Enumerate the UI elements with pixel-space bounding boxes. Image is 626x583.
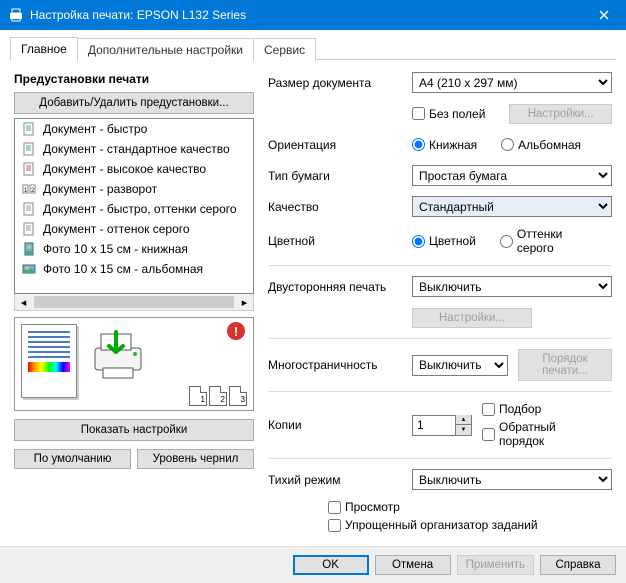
collate-preview-icon: 123 — [189, 386, 247, 406]
simplified-organizer-checkbox[interactable]: Упрощенный организатор заданий — [328, 518, 598, 532]
print-preview: ! 123 — [14, 317, 254, 411]
quality-select[interactable]: Стандартный — [412, 196, 612, 217]
orientation-portrait-radio[interactable]: Книжная — [412, 138, 477, 152]
multipage-label: Многостраничность — [268, 358, 412, 372]
window-title: Настройка печати: EPSON L132 Series — [30, 8, 581, 22]
list-item[interactable]: 12Документ - разворот — [15, 179, 253, 199]
presets-heading: Предустановки печати — [14, 72, 254, 86]
preview-page-icon — [21, 324, 77, 398]
doc-gray-icon — [21, 221, 37, 237]
titlebar: Настройка печати: EPSON L132 Series — [0, 0, 626, 30]
spread-icon: 12 — [21, 181, 37, 197]
quality-label: Качество — [268, 200, 412, 214]
add-remove-presets-button[interactable]: Добавить/Удалить предустановки... — [14, 92, 254, 114]
doc-gray-icon — [21, 201, 37, 217]
print-order-button: Порядок печати... — [518, 349, 612, 381]
orientation-label: Ориентация — [268, 138, 412, 152]
list-item[interactable]: Документ - оттенок серого — [15, 219, 253, 239]
paper-type-label: Тип бумаги — [268, 169, 412, 183]
horizontal-scrollbar[interactable]: ◂ ▸ — [14, 294, 254, 311]
ok-button[interactable]: OK — [293, 555, 369, 575]
photo-portrait-icon — [21, 241, 37, 257]
close-button[interactable] — [581, 0, 626, 30]
copies-spinner[interactable]: ▲▼ — [412, 415, 472, 436]
orientation-landscape-radio[interactable]: Альбомная — [501, 138, 581, 152]
photo-landscape-icon — [21, 261, 37, 277]
color-gray-radio[interactable]: Оттенки серого — [500, 227, 598, 255]
list-item[interactable]: Документ - высокое качество — [15, 159, 253, 179]
tab-service[interactable]: Сервис — [253, 38, 316, 61]
doc-size-label: Размер документа — [268, 76, 412, 90]
doc-icon — [21, 141, 37, 157]
collate-checkbox[interactable]: Подбор — [482, 402, 598, 416]
printer-icon — [8, 7, 24, 23]
doc-icon — [21, 161, 37, 177]
defaults-button[interactable]: По умолчанию — [14, 449, 131, 469]
color-label: Цветной — [268, 234, 412, 248]
preview-checkbox[interactable]: Просмотр — [328, 500, 598, 514]
duplex-label: Двусторонняя печать — [268, 280, 412, 294]
copies-label: Копии — [268, 418, 412, 432]
duplex-settings-button: Настройки... — [412, 308, 532, 328]
preset-list[interactable]: Документ - быстро Документ - стандартное… — [14, 118, 254, 294]
doc-size-select[interactable]: A4 (210 x 297 мм) — [412, 72, 612, 93]
list-item[interactable]: Фото 10 x 15 см - книжная — [15, 239, 253, 259]
apply-button: Применить — [457, 555, 534, 575]
borderless-checkbox[interactable]: Без полей — [412, 107, 485, 121]
scroll-thumb[interactable] — [34, 296, 234, 308]
list-item[interactable]: Документ - быстро, оттенки серого — [15, 199, 253, 219]
cancel-button[interactable]: Отмена — [375, 555, 451, 575]
duplex-select[interactable]: Выключить — [412, 276, 612, 297]
spin-down-icon[interactable]: ▼ — [455, 425, 471, 435]
spin-up-icon[interactable]: ▲ — [455, 415, 471, 425]
reverse-order-checkbox[interactable]: Обратный порядок — [482, 420, 598, 448]
copies-input[interactable] — [413, 416, 455, 435]
doc-icon — [21, 121, 37, 137]
quiet-mode-select[interactable]: Выключить — [412, 469, 612, 490]
list-item[interactable]: Фото 10 x 15 см - альбомная — [15, 259, 253, 279]
scroll-left-icon[interactable]: ◂ — [15, 294, 32, 310]
ink-levels-button[interactable]: Уровень чернил — [137, 449, 254, 469]
list-item[interactable]: Документ - стандартное качество — [15, 139, 253, 159]
warning-icon: ! — [227, 322, 245, 340]
quiet-mode-label: Тихий режим — [268, 473, 412, 487]
scroll-right-icon[interactable]: ▸ — [236, 294, 253, 310]
show-settings-button[interactable]: Показать настройки — [14, 419, 254, 441]
tab-more-settings[interactable]: Дополнительные настройки — [77, 38, 254, 61]
tab-main[interactable]: Главное — [10, 37, 78, 60]
borderless-settings-button: Настройки... — [509, 104, 612, 124]
color-color-radio[interactable]: Цветной — [412, 234, 476, 248]
tab-strip: Главное Дополнительные настройки Сервис — [10, 36, 616, 59]
multipage-select[interactable]: Выключить — [412, 355, 508, 376]
help-button[interactable]: Справка — [540, 555, 616, 575]
preview-printer-icon — [89, 326, 147, 385]
list-item[interactable]: Документ - быстро — [15, 119, 253, 139]
paper-type-select[interactable]: Простая бумага — [412, 165, 612, 186]
